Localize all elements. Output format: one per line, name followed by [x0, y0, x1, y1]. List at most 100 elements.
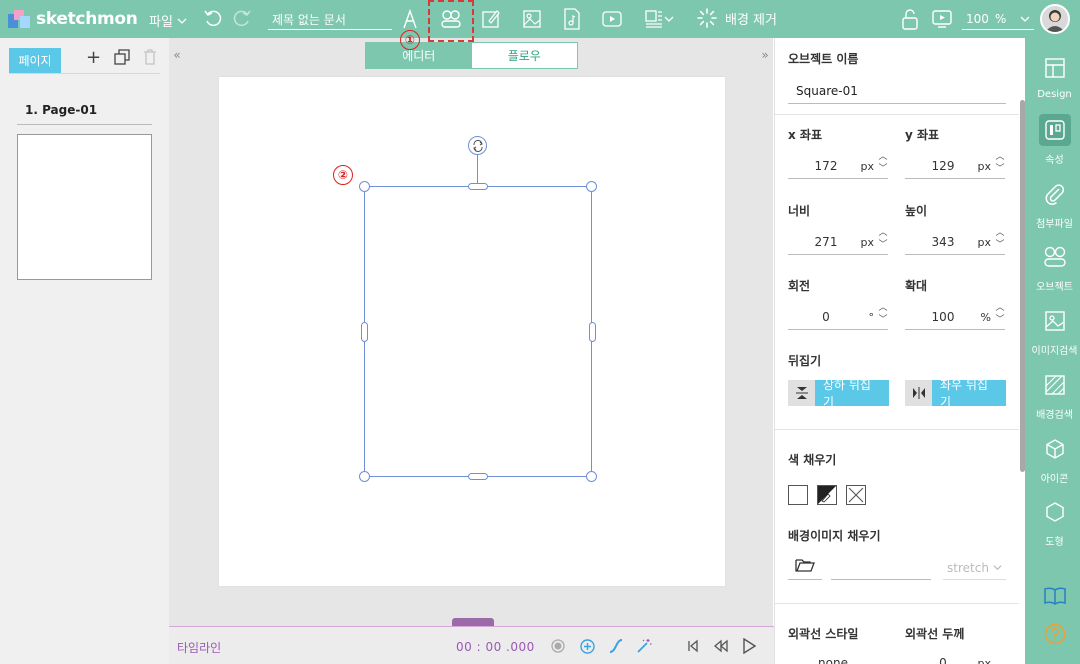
page-thumbnail[interactable] — [17, 134, 152, 280]
rail-item-background-search[interactable]: 배경검색 — [1029, 369, 1080, 421]
flip-horizontal-button[interactable]: 좌우 뒤집기 — [905, 378, 1006, 409]
resize-handle-bottom-right[interactable] — [586, 471, 597, 482]
flip-vertical-label: 상하 뒤집기 — [815, 378, 889, 409]
bg-image-path-input[interactable] — [831, 556, 931, 580]
scale-input[interactable]: 100 % ︿ ﹀ — [905, 303, 1005, 330]
document-title-input[interactable]: 제목 없는 문서 — [268, 9, 392, 30]
zoom-unit: % — [994, 12, 1007, 26]
layout-icon — [645, 10, 662, 28]
collapse-left-panel-button[interactable]: « — [169, 38, 185, 626]
bg-image-mode-select[interactable]: stretch — [943, 556, 1006, 580]
stroke-style-value: none — [818, 656, 848, 664]
rail-item-objects[interactable]: 오브젝트 — [1029, 241, 1080, 293]
rail-item-label: Design — [1037, 89, 1072, 100]
callout-2: ② — [333, 165, 353, 185]
rail-item-attachments[interactable]: 첨부파일 — [1029, 178, 1080, 230]
rail-item-properties[interactable]: 속성 — [1029, 114, 1080, 166]
cube-icon — [1045, 439, 1064, 459]
resize-handle-bottom-left[interactable] — [359, 471, 370, 482]
timeline-label[interactable]: 타임라인 — [177, 639, 221, 656]
file-menu-label: 파일 — [149, 15, 173, 30]
add-keyframe-button[interactable] — [578, 637, 596, 655]
stroke-style-select[interactable]: none — [788, 652, 888, 664]
degree-unit: ° — [868, 311, 875, 324]
x-position-input[interactable]: 172 px ︿ ﹀ — [788, 152, 888, 179]
lock-icon[interactable] — [900, 8, 920, 30]
resize-handle-top-left[interactable] — [359, 181, 370, 192]
guide-button[interactable] — [1029, 580, 1080, 612]
flip-horizontal-icon — [905, 380, 932, 406]
timeline-resize-handle[interactable] — [452, 618, 494, 626]
stepper-icon[interactable]: ︿ ﹀ — [995, 302, 1005, 332]
px-unit: px — [977, 657, 992, 664]
help-button[interactable] — [1029, 618, 1080, 650]
duplicate-icon[interactable] — [114, 49, 130, 65]
rail-item-shapes[interactable]: 도형 — [1029, 496, 1080, 548]
resize-handle-right[interactable] — [589, 322, 596, 342]
layout-icon — [1044, 58, 1065, 78]
stepper-icon[interactable]: ︿ ﹀ — [878, 302, 888, 332]
tab-editor[interactable]: 에디터 — [366, 43, 472, 68]
magic-button[interactable] — [635, 637, 653, 655]
tab-pages[interactable]: 페이지 — [9, 48, 61, 73]
paperclip-icon — [1045, 184, 1064, 205]
tab-flow[interactable]: 플로우 — [472, 43, 578, 68]
play-button[interactable] — [740, 637, 758, 655]
resize-handle-top[interactable] — [468, 183, 488, 190]
avatar[interactable] — [1040, 4, 1070, 34]
stepper-icon[interactable]: ︿ ﹀ — [995, 227, 1005, 257]
collapse-right-panel-button[interactable]: » — [757, 38, 773, 626]
resize-handle-top-right[interactable] — [586, 181, 597, 192]
image-tool-button[interactable] — [520, 7, 544, 31]
rail-item-design[interactable]: Design — [1029, 52, 1080, 100]
bg-image-mode-value: stretch — [947, 560, 989, 575]
zoom-select[interactable]: 100 % — [962, 9, 1034, 30]
width-input[interactable]: 271 px ︿ ﹀ — [788, 228, 888, 255]
fill-none-option[interactable] — [846, 485, 866, 505]
page-item-label[interactable]: 1. Page-01 — [25, 103, 97, 117]
trash-icon[interactable] — [143, 49, 157, 65]
remove-background-button[interactable]: 배경 제거 — [697, 8, 777, 28]
redo-icon[interactable] — [232, 8, 252, 28]
y-position-input[interactable]: 129 px ︿ ﹀ — [905, 152, 1005, 179]
rewind-button[interactable] — [712, 637, 730, 655]
add-page-button[interactable]: + — [86, 47, 101, 68]
height-label: 높이 — [905, 204, 928, 218]
object-name-input[interactable]: Square-01 — [788, 80, 1006, 104]
rail-item-image-search[interactable]: 이미지검색 — [1029, 305, 1080, 357]
resize-handle-bottom[interactable] — [468, 473, 488, 480]
rotation-handle[interactable] — [468, 136, 487, 155]
stepper-icon[interactable]: ︿ ﹀ — [878, 227, 888, 257]
bg-image-label: 배경이미지 채우기 — [788, 529, 881, 543]
chevron-down-icon — [993, 565, 1002, 571]
stroke-width-input[interactable]: 0 px — [905, 652, 1005, 664]
app-logo[interactable]: sketchmon — [8, 8, 138, 30]
rotation-input[interactable]: 0 ° ︿ ﹀ — [788, 303, 888, 330]
file-menu[interactable]: 파일 — [149, 11, 187, 30]
rail-item-icons[interactable]: 아이콘 — [1029, 433, 1080, 485]
record-button[interactable] — [549, 637, 567, 655]
video-tool-button[interactable] — [600, 7, 624, 31]
open-folder-button[interactable] — [788, 550, 822, 580]
height-input[interactable]: 343 px ︿ ﹀ — [905, 228, 1005, 255]
loading-spinner-icon — [697, 8, 717, 28]
layout-tool-button[interactable] — [642, 7, 676, 31]
easing-button[interactable] — [607, 637, 625, 655]
draw-tool-button[interactable] — [479, 7, 503, 31]
audio-tool-button[interactable] — [560, 7, 584, 31]
resize-handle-left[interactable] — [361, 322, 368, 342]
fill-solid-white-option[interactable] — [788, 485, 808, 505]
presentation-icon[interactable] — [931, 8, 953, 30]
stepper-icon[interactable]: ︿ ﹀ — [878, 151, 888, 181]
remove-background-label: 배경 제거 — [725, 12, 777, 28]
undo-icon[interactable] — [203, 8, 223, 28]
stroke-width-label: 외곽선 두께 — [905, 627, 965, 641]
selected-square-object[interactable] — [364, 186, 592, 477]
scale-label: 확대 — [905, 279, 928, 293]
stepper-icon[interactable]: ︿ ﹀ — [995, 151, 1005, 181]
skip-start-button[interactable] — [684, 637, 702, 655]
text-tool-button[interactable] — [398, 7, 422, 31]
divider — [9, 73, 160, 74]
flip-vertical-button[interactable]: 상하 뒤집기 — [788, 378, 889, 409]
fill-color-picker-option[interactable] — [817, 485, 837, 505]
